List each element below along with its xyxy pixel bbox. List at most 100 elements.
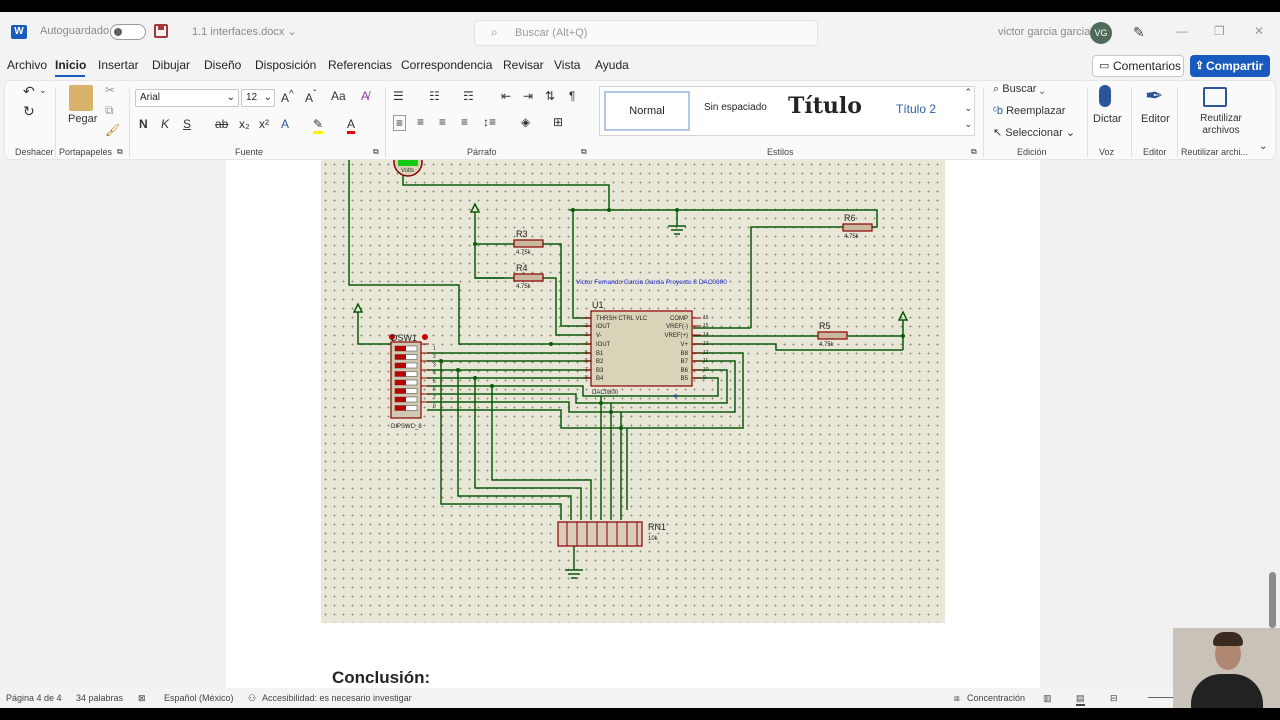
cut-icon[interactable]: ✂ xyxy=(105,83,115,97)
menu-disposicion[interactable]: Disposición xyxy=(255,58,316,72)
shading-icon[interactable]: ◈ xyxy=(521,115,530,129)
clear-formatting-icon[interactable]: A̸ xyxy=(361,89,369,103)
strikethrough-icon[interactable]: ab xyxy=(215,117,228,131)
u1-pin-number: 11 xyxy=(703,358,708,364)
document-name[interactable]: 1.1 interfaces.docx ⌄ xyxy=(192,25,297,38)
bullets-icon[interactable]: ☰ xyxy=(393,89,404,103)
chevron-up-icon[interactable]: ⌃ xyxy=(964,87,972,98)
comments-button[interactable]: Comentarios xyxy=(1092,55,1184,77)
sort-icon[interactable]: ⇅ xyxy=(545,89,555,103)
text-effects-icon[interactable]: A xyxy=(281,117,289,131)
minimize-icon[interactable]: — xyxy=(1176,24,1188,38)
menu-archivo[interactable]: Archivo xyxy=(7,58,47,72)
chevron-down-icon[interactable]: ⌄ xyxy=(39,85,47,96)
menu-revisar[interactable]: Revisar xyxy=(503,58,544,72)
dialog-launcher-icon[interactable]: ⧉ xyxy=(971,147,977,157)
save-icon[interactable] xyxy=(154,24,168,38)
paragraph-mark-icon[interactable]: ¶ xyxy=(569,89,575,103)
focus-mode[interactable]: Concentración xyxy=(967,693,1025,703)
read-mode-icon[interactable]: ▥ xyxy=(1043,693,1052,704)
borders-icon[interactable]: ⊞ xyxy=(553,115,563,129)
underline-icon[interactable]: S xyxy=(183,117,191,131)
font-size-dropdown[interactable]: 12 ⌄ xyxy=(241,89,275,107)
menu-insertar[interactable]: Insertar xyxy=(98,58,139,72)
language[interactable]: Español (México) xyxy=(164,693,234,703)
u1-pin-number: 14 xyxy=(703,332,709,338)
dip-switch-knob xyxy=(395,346,406,351)
bold-icon[interactable]: N xyxy=(139,117,148,131)
autosave-toggle[interactable] xyxy=(110,24,146,40)
search-box[interactable]: ⌕ Buscar (Alt+Q) xyxy=(474,20,818,46)
dictate-label[interactable]: Dictar xyxy=(1093,113,1122,125)
document-canvas[interactable]: Volts R3 4.75k R4 4.75k R6 4.75k R5 4.75… xyxy=(0,160,1280,688)
shrink-font-icon[interactable]: Aˇ xyxy=(305,89,316,105)
menu-inicio[interactable]: Inicio xyxy=(55,58,86,72)
pen-icon[interactable]: ✎ xyxy=(1133,24,1145,41)
numbering-icon[interactable]: ☷ xyxy=(429,89,440,103)
format-painter-icon[interactable]: 🖌 xyxy=(105,123,120,137)
reuse-files-icon[interactable] xyxy=(1203,87,1227,107)
microphone-icon[interactable] xyxy=(1099,85,1111,107)
collapse-ribbon-icon[interactable]: ⌄ xyxy=(1259,141,1267,152)
align-center-icon[interactable]: ≡ xyxy=(417,115,424,129)
dialog-launcher-icon[interactable]: ⧉ xyxy=(373,147,379,157)
menu-dibujar[interactable]: Dibujar xyxy=(152,58,190,72)
style-no-spacing[interactable]: Sin espaciado xyxy=(704,102,767,113)
font-color-icon[interactable]: A xyxy=(347,117,356,134)
align-left-icon[interactable]: ≡ xyxy=(393,115,407,131)
menu-referencias[interactable]: Referencias xyxy=(328,58,392,72)
increase-indent-icon[interactable]: ⇥ xyxy=(523,89,533,103)
redo-icon[interactable]: ↻ xyxy=(23,103,35,120)
reuse-files-label[interactable]: Reutilizar archivos xyxy=(1191,113,1251,137)
accessibility-icon[interactable]: ⚇ xyxy=(248,693,256,704)
style-title-2[interactable]: Título 2 xyxy=(896,102,936,116)
restore-icon[interactable]: ❐ xyxy=(1214,24,1225,38)
line-spacing-icon[interactable]: ↕≡ xyxy=(483,115,496,129)
close-icon[interactable]: ✕ xyxy=(1254,24,1264,38)
undo-icon[interactable]: ↶ xyxy=(23,83,35,100)
superscript-icon[interactable]: x² xyxy=(259,117,269,131)
vertical-scrollbar[interactable] xyxy=(1266,160,1278,688)
editor-label[interactable]: Editor xyxy=(1141,113,1170,125)
subscript-icon[interactable]: x₂ xyxy=(239,117,250,131)
select-button[interactable]: ↖ Seleccionar ⌄ xyxy=(993,126,1075,139)
style-normal[interactable]: Normal xyxy=(604,91,690,131)
conclusion-heading[interactable]: Conclusión: xyxy=(332,668,430,688)
italic-icon[interactable]: K xyxy=(161,117,169,131)
dialog-launcher-icon[interactable]: ⧉ xyxy=(117,147,123,157)
focus-icon[interactable]: ⧈ xyxy=(954,693,960,704)
web-layout-icon[interactable]: ⊟ xyxy=(1110,693,1118,704)
word-count[interactable]: 34 palabras xyxy=(76,693,123,703)
font-name-dropdown[interactable]: Arial ⌄ xyxy=(135,89,239,107)
highlight-icon[interactable]: ✎ xyxy=(313,117,324,134)
print-layout-icon[interactable]: ▤ xyxy=(1076,693,1085,706)
document-page[interactable]: Volts R3 4.75k R4 4.75k R6 4.75k R5 4.75… xyxy=(226,160,1040,688)
change-case-icon[interactable]: Aa xyxy=(331,89,346,103)
grow-font-icon[interactable]: A^ xyxy=(281,89,294,105)
style-title[interactable]: Título xyxy=(788,93,862,119)
replace-button[interactable]: ᶜb Reemplazar xyxy=(993,105,1065,117)
copy-icon[interactable]: ⧉ xyxy=(105,103,114,118)
scrollbar-thumb[interactable] xyxy=(1269,572,1276,628)
decrease-indent-icon[interactable]: ⇤ xyxy=(501,89,511,103)
accessibility-status[interactable]: Accesibilidad: es necesario investigar xyxy=(262,693,412,703)
share-button[interactable]: Compartir xyxy=(1190,55,1270,77)
page-count[interactable]: Página 4 de 4 xyxy=(6,693,62,703)
menu-vista[interactable]: Vista xyxy=(554,58,580,72)
menu-ayuda[interactable]: Ayuda xyxy=(595,58,629,72)
screen-bottom-border xyxy=(0,708,1280,720)
find-button[interactable]: ⌕ Buscar ⌄ xyxy=(993,83,1045,96)
menu-diseno[interactable]: Diseño xyxy=(204,58,241,72)
justify-icon[interactable]: ≡ xyxy=(461,115,468,129)
paste-label[interactable]: Pegar xyxy=(68,113,97,125)
avatar[interactable]: VG xyxy=(1090,22,1112,44)
proofing-icon[interactable]: ⊠ xyxy=(138,693,146,704)
multilevel-list-icon[interactable]: ☶ xyxy=(463,89,474,103)
dialog-launcher-icon[interactable]: ⧉ xyxy=(581,147,587,157)
chevron-down-icon[interactable]: ⌄ xyxy=(964,103,972,114)
editor-icon[interactable]: ✒ xyxy=(1145,83,1163,109)
expand-gallery-icon[interactable]: ⌄ xyxy=(964,119,972,130)
align-right-icon[interactable]: ≡ xyxy=(439,115,446,129)
menu-correspondencia[interactable]: Correspondencia xyxy=(401,58,492,72)
paste-icon[interactable] xyxy=(69,85,93,111)
